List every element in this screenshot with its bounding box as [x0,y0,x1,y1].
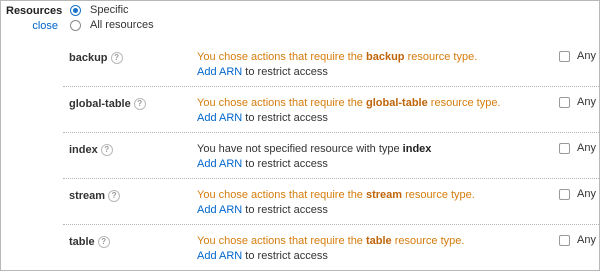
add-arn-link[interactable]: Add ARN [197,250,242,262]
any-checkbox[interactable] [559,188,570,200]
resource-name-wrap: index ? [69,144,113,156]
resource-name: backup [69,52,108,64]
any-checkbox[interactable] [559,50,570,62]
any-label: Any [577,50,596,62]
resource-message: You chose actions that require the table… [197,235,464,247]
resource-name: stream [69,190,106,202]
resource-name: table [69,236,95,248]
any-checkbox[interactable] [559,234,570,246]
radio-all-resources-indicator[interactable] [70,19,81,31]
resource-message: You chose actions that require the globa… [197,97,501,109]
arn-line: Add ARN to restrict access [197,204,328,216]
message-text: You have not specified resource with typ… [197,143,403,155]
radio-specific-label: Specific [90,4,129,16]
arn-suffix: to restrict access [242,250,328,262]
close-link[interactable]: close [6,20,58,32]
arn-suffix: to restrict access [242,66,328,78]
help-icon[interactable]: ? [108,190,121,202]
resource-name-wrap: stream ? [69,190,121,202]
add-arn-link[interactable]: Add ARN [197,158,242,170]
resource-type-list: backup ? You chose actions that require … [63,41,599,270]
any-label: Any [577,142,596,154]
any-checkbox[interactable] [559,96,570,108]
any-checkbox[interactable] [559,142,570,154]
message-resource-type: table [366,235,392,247]
message-resource-type: backup [366,51,405,63]
message-resource-type: global-table [366,97,428,109]
resources-panel: Resources close Specific All resources b… [0,0,600,271]
radio-all-resources-label: All resources [90,19,154,31]
any-checkbox-wrap[interactable]: Any [559,142,596,154]
resource-message: You chose actions that require the strea… [197,189,475,201]
message-text: You chose actions that require the [197,189,366,201]
arn-suffix: to restrict access [242,158,328,170]
resource-row-stream: stream ? You chose actions that require … [63,179,599,225]
resources-label: Resources [6,5,63,17]
any-label: Any [577,96,596,108]
add-arn-link[interactable]: Add ARN [197,112,242,124]
resource-name-wrap: backup ? [69,52,123,64]
radio-specific-indicator[interactable] [70,4,81,16]
help-icon[interactable]: ? [133,98,146,110]
resource-row-index: index ? You have not specified resource … [63,133,599,179]
any-label: Any [577,234,596,246]
any-checkbox-wrap[interactable]: Any [559,188,596,200]
resource-name: global-table [69,98,131,110]
resource-message: You chose actions that require the backu… [197,51,477,63]
resource-name-wrap: table ? [69,236,110,248]
radio-all-resources[interactable]: All resources [70,19,154,31]
add-arn-link[interactable]: Add ARN [197,66,242,78]
add-arn-link[interactable]: Add ARN [197,204,242,216]
arn-line: Add ARN to restrict access [197,250,328,262]
resource-message: You have not specified resource with typ… [197,143,431,155]
help-icon[interactable]: ? [100,144,113,156]
help-icon[interactable]: ? [97,236,110,248]
arn-suffix: to restrict access [242,204,328,216]
arn-suffix: to restrict access [242,112,328,124]
radio-specific[interactable]: Specific [70,4,129,16]
message-suffix: resource type. [404,51,478,63]
any-label: Any [577,188,596,200]
arn-line: Add ARN to restrict access [197,66,328,78]
any-checkbox-wrap[interactable]: Any [559,96,596,108]
message-resource-type: index [402,143,432,155]
message-text: You chose actions that require the [197,235,366,247]
arn-line: Add ARN to restrict access [197,112,328,124]
resource-name-wrap: global-table ? [69,98,146,110]
arn-line: Add ARN to restrict access [197,158,328,170]
message-suffix: resource type. [402,189,475,201]
any-checkbox-wrap[interactable]: Any [559,50,596,62]
any-checkbox-wrap[interactable]: Any [559,234,596,246]
resource-row-global-table: global-table ? You chose actions that re… [63,87,599,133]
message-suffix: resource type. [391,235,465,247]
message-text: You chose actions that require the [197,97,366,109]
help-icon[interactable]: ? [110,52,123,64]
message-resource-type: stream [366,189,403,201]
resource-row-backup: backup ? You chose actions that require … [63,41,599,87]
message-suffix: resource type. [427,97,501,109]
message-text: You chose actions that require the [197,51,366,63]
resource-name: index [69,144,98,156]
resource-row-table: table ? You chose actions that require t… [63,225,599,270]
